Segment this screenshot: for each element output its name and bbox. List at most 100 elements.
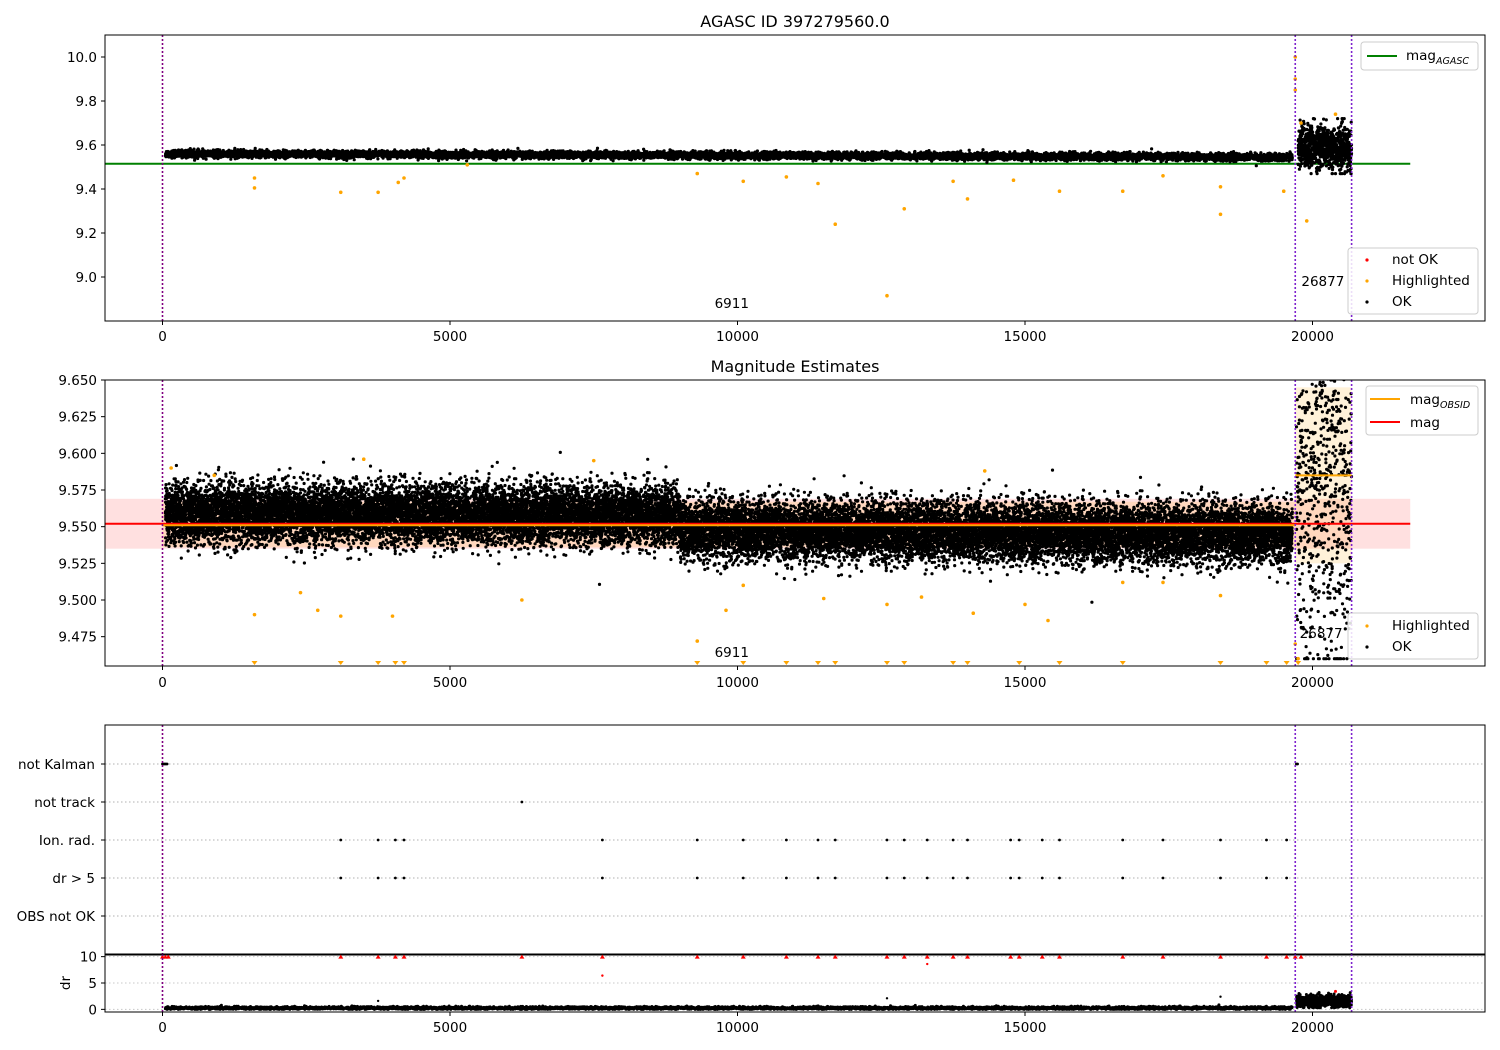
x-tick-label: 0 [158,1020,167,1036]
flag-point [1219,838,1222,842]
flag-category-label: dr > 5 [52,871,95,887]
data-point [520,598,524,602]
flag-point [1121,838,1125,842]
data-point [1333,112,1338,116]
flag-point [376,838,380,842]
data-point [951,179,955,184]
data-point [926,962,929,966]
y-tick-label: 9.475 [58,630,97,646]
flag-point [833,876,837,880]
estimates-legend-status: Highlighted OK [1347,612,1479,660]
flag-point [1285,876,1289,880]
flag-point [402,876,406,880]
data-point [252,612,257,617]
data-point [315,608,320,613]
obsid-annotation: 6911 [715,296,749,312]
data-point [1281,189,1286,193]
y-tick-label: 9.2 [76,226,97,242]
flag-point [885,876,889,880]
data-point [971,611,976,615]
y-tick-label: 5 [88,976,97,992]
legend-marker-icon [1365,258,1369,262]
dr-axis-label: dr [58,975,74,990]
x-tick-label: 0 [158,675,167,691]
flag-point [1121,876,1125,880]
legend-marker-icon [1365,645,1369,649]
flag-point [1058,838,1061,842]
data-point [1218,212,1223,217]
y-tick-label: 9.500 [58,593,97,609]
flag-point [393,876,397,880]
data-point [252,186,257,190]
flag-point [902,838,906,842]
magnitude-legend-status: not OK Highlighted OK [1347,247,1479,315]
x-tick-label: 5000 [433,1020,467,1036]
legend-label: Highlighted [1392,273,1470,289]
flag-point [520,800,524,804]
flag-point [1040,876,1044,880]
data-point [1218,593,1223,598]
flag-point [784,838,788,842]
data-point [919,595,924,599]
x-tick-label: 15000 [1004,675,1047,691]
data-point [252,176,257,180]
x-tick-label: 10000 [716,1020,759,1036]
legend-label: OK [1392,639,1413,655]
flag-point [1009,838,1013,842]
data-point [396,180,401,185]
x-tick-label: 20000 [1291,329,1334,345]
flag-point [695,876,699,880]
data-point [784,175,789,179]
y-tick-label: 9.650 [58,373,97,389]
y-tick-label: 9.625 [58,410,97,426]
y-tick-label: 0 [88,1002,97,1018]
y-tick-label: 10 [80,950,97,966]
flag-point [695,838,699,842]
data-point [741,583,746,588]
flag-point [376,876,380,880]
flag-point [816,838,820,842]
x-tick-label: 15000 [1004,329,1047,345]
flag-point [925,876,929,880]
flag-point [951,876,955,880]
flag-point [784,876,788,880]
flag-category-label: not track [34,795,95,811]
data-point [1304,219,1309,223]
y-tick-label: 9.4 [76,182,97,198]
obsid-annotation: 6911 [715,645,749,661]
legend-marker-icon [1365,300,1369,304]
flag-point [1161,838,1165,842]
data-point [1023,602,1027,607]
legend-label: OK [1392,294,1413,310]
data-point [1296,656,1300,661]
data-point [902,207,907,211]
data-point [965,197,970,201]
data-point [591,458,596,463]
flag-point [925,838,929,842]
flag-point [165,762,169,766]
flag-point [1017,838,1021,842]
data-point [1057,189,1062,193]
y-tick-label: 9.550 [58,520,97,536]
data-point [1299,121,1303,125]
data-point [376,999,380,1003]
data-point [390,614,395,618]
data-point [885,997,889,1000]
y-tick-label: 9.575 [58,483,97,499]
x-tick-label: 10000 [716,675,759,691]
flag-point [1009,876,1013,880]
x-tick-label: 10000 [716,329,759,345]
flag-point [1161,876,1165,880]
flag-point [885,838,889,842]
data-point [402,176,406,180]
data-point [1046,618,1050,623]
x-tick-label: 20000 [1291,675,1334,691]
legend-marker-icon [1365,624,1369,628]
y-tick-label: 9.525 [58,556,97,572]
flag-category-label: OBS not OK [17,909,97,925]
flag-point [966,876,969,880]
data-point [1218,185,1223,189]
data-point [741,179,746,184]
flag-point [1219,876,1222,880]
data-point [1120,580,1125,585]
